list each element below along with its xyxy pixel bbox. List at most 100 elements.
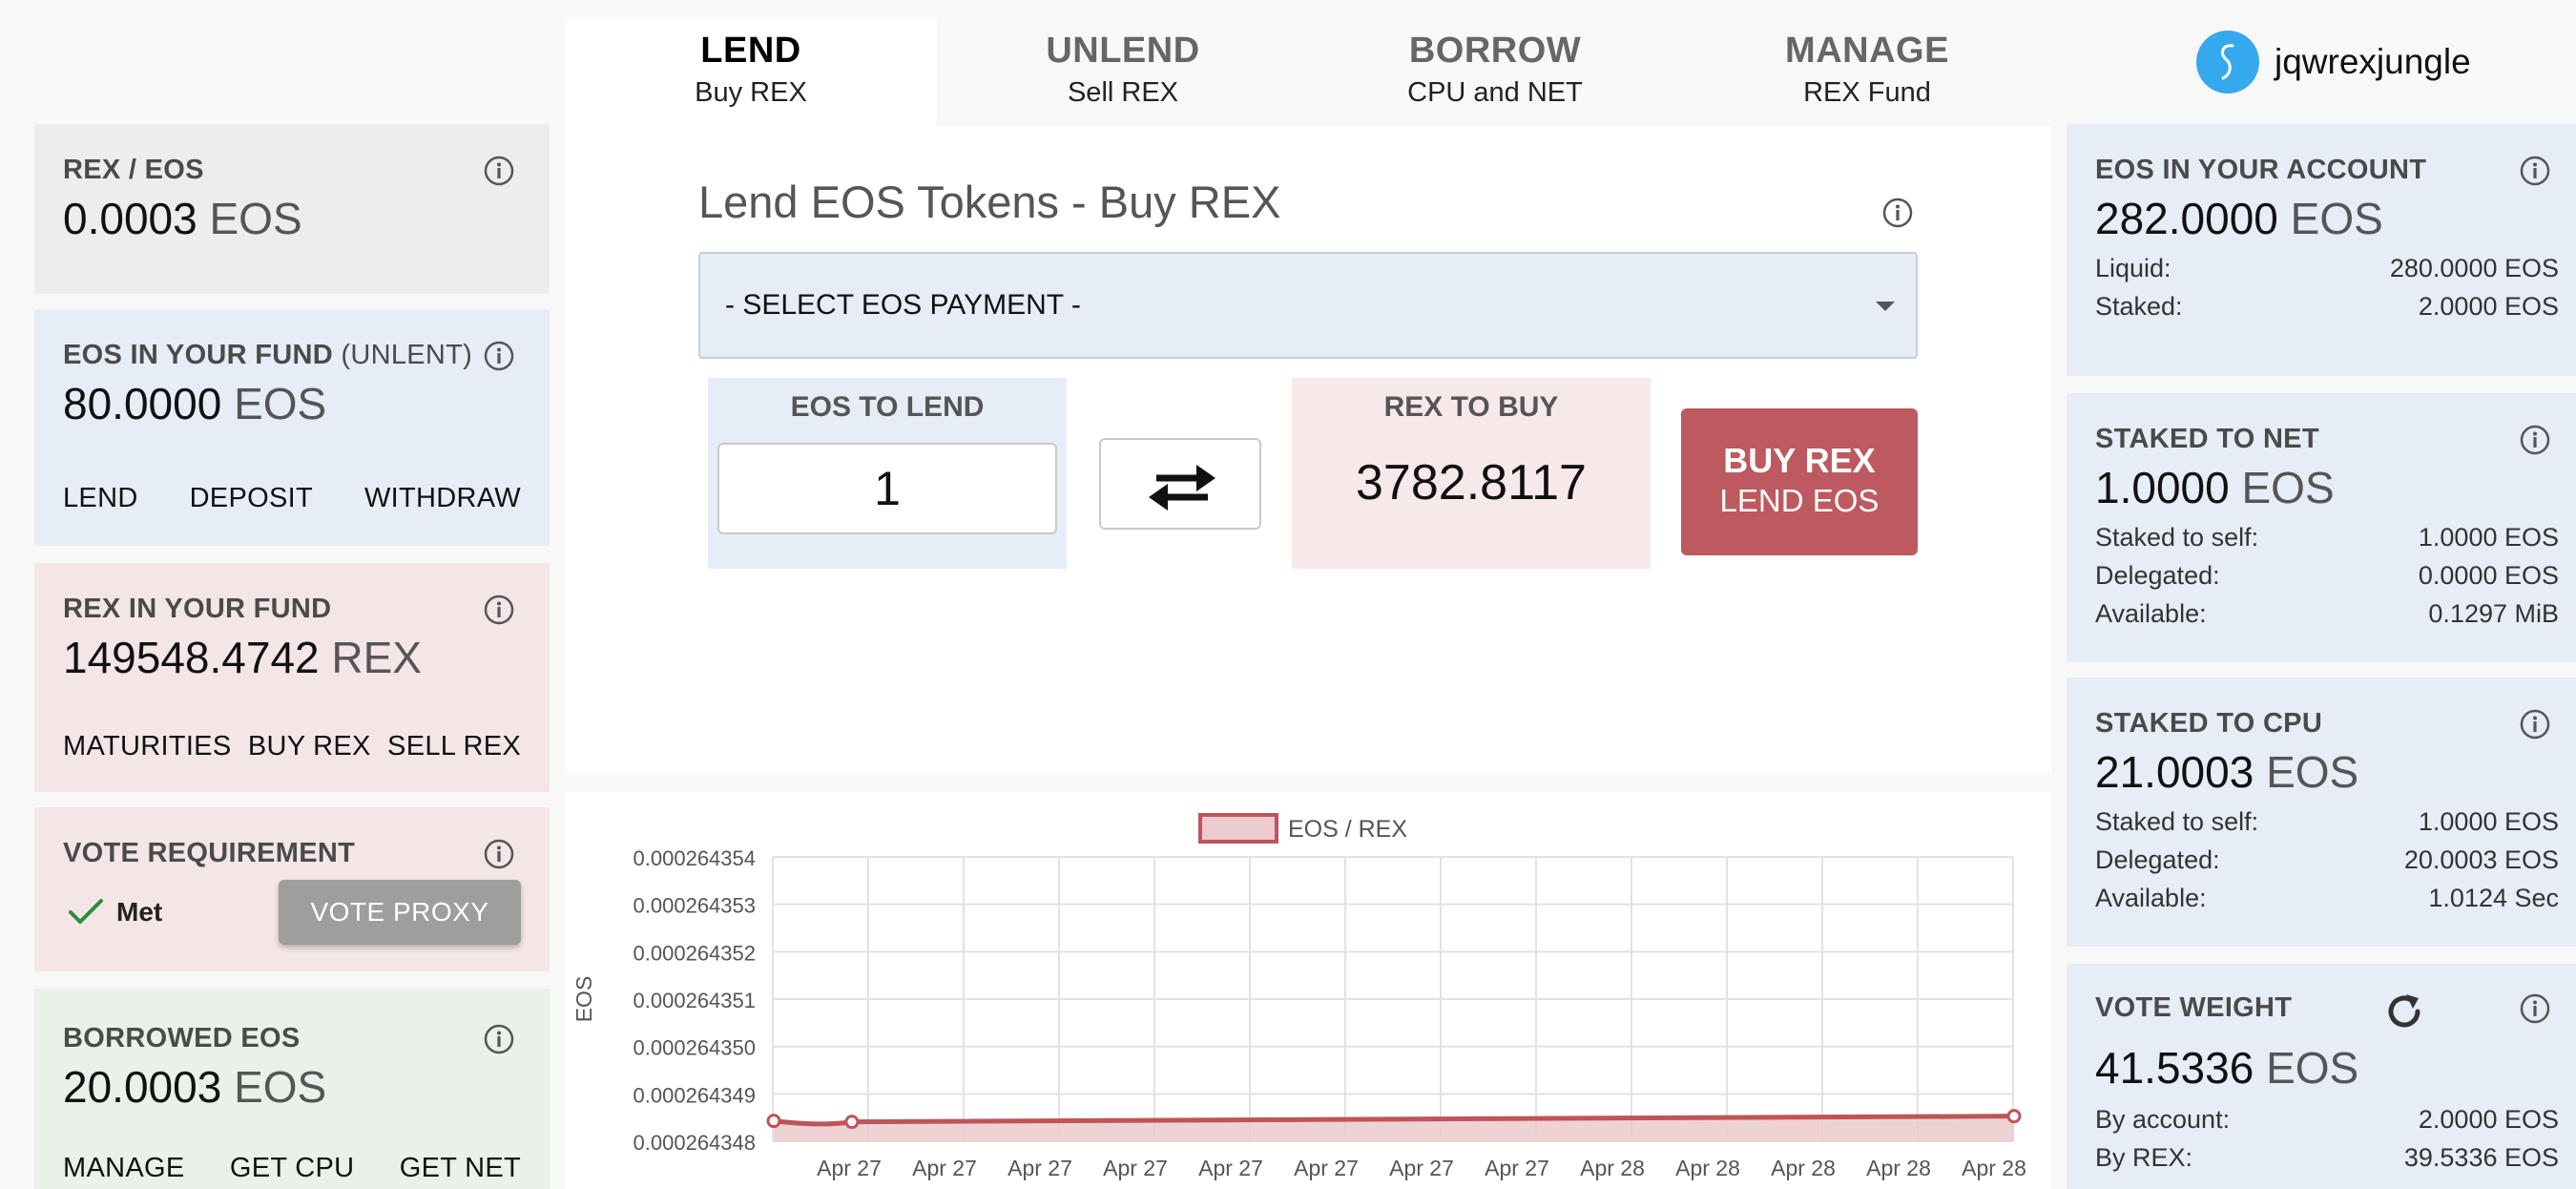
tab-lend-title: LEND xyxy=(700,31,801,71)
swap-arrows-icon xyxy=(1149,465,1215,511)
net-delegated-value: 0.0000 EOS xyxy=(2418,561,2559,590)
get-net-link[interactable]: GET NET xyxy=(400,1153,521,1184)
by-rex-label: By REX: xyxy=(2095,1143,2193,1172)
by-rex-row: By REX: 39.5336 EOS xyxy=(2095,1143,2559,1173)
tab-manage-title: MANAGE xyxy=(1785,31,1949,71)
avatar[interactable] xyxy=(2196,31,2259,94)
borrowed-eos-title: BORROWED EOS xyxy=(63,1023,301,1053)
info-icon[interactable] xyxy=(2519,992,2551,1025)
cpu-self-value: 1.0000 EOS xyxy=(2418,807,2559,836)
staked-net-unit: EOS xyxy=(2241,463,2335,512)
deposit-link[interactable]: DEPOSIT xyxy=(190,483,313,514)
data-point xyxy=(2006,1109,2022,1124)
staked-net-number: 1.0000 xyxy=(2095,463,2230,512)
rex-fund-title: REX IN YOUR FUND xyxy=(63,594,332,624)
eos-to-lend-input[interactable] xyxy=(717,443,1057,534)
tab-lend-sub: Buy REX xyxy=(695,77,807,108)
staked-cpu-card: STAKED TO CPU 21.0003 EOS Staked to self… xyxy=(2067,678,2576,947)
by-rex-value: 39.5336 EOS xyxy=(2403,1143,2559,1172)
info-icon[interactable] xyxy=(1881,197,1914,229)
eos-fund-unit: EOS xyxy=(234,379,327,428)
manage-link[interactable]: MANAGE xyxy=(63,1153,185,1184)
scatter-logo-icon xyxy=(2221,44,2234,80)
net-available-label: Available: xyxy=(2095,599,2207,628)
eos-account-number: 282.0000 xyxy=(2095,194,2278,243)
data-point xyxy=(766,1114,781,1129)
info-icon[interactable] xyxy=(2519,424,2551,456)
vote-proxy-button[interactable]: VOTE PROXY xyxy=(279,880,521,945)
cpu-available-value: 1.0124 Sec xyxy=(2428,884,2559,912)
tab-manage-sub: REX Fund xyxy=(1803,77,1931,108)
eos-fund-title-suffix: (UNLENT) xyxy=(341,340,473,370)
borrowed-eos-card: BORROWED EOS 20.0003 EOS MANAGE GET CPU … xyxy=(34,989,550,1189)
liquid-row: Liquid: 280.0000 EOS xyxy=(2095,254,2559,283)
rex-fund-actions: MATURITIES BUY REX SELL REX xyxy=(63,731,521,762)
rex-to-buy-box: REX TO BUY 3782.8117 xyxy=(1292,378,1651,569)
buy-rex-button-line2: LEND EOS xyxy=(1719,483,1880,518)
x-tick-label: Apr 27 xyxy=(1008,1156,1072,1180)
cpu-available-row: Available: 1.0124 Sec xyxy=(2095,884,2559,913)
tab-manage[interactable]: MANAGE REX Fund xyxy=(1681,17,2053,126)
refresh-icon[interactable] xyxy=(2383,991,2425,1033)
lend-link[interactable]: LEND xyxy=(63,483,138,514)
tab-lend[interactable]: LEND Buy REX xyxy=(565,17,937,126)
liquid-label: Liquid: xyxy=(2095,254,2171,282)
borrowed-actions: MANAGE GET CPU GET NET xyxy=(63,1153,521,1184)
net-delegated-label: Delegated: xyxy=(2095,561,2220,590)
borrowed-eos-unit: EOS xyxy=(234,1062,327,1112)
staked-net-card: STAKED TO NET 1.0000 EOS Staked to self:… xyxy=(2067,393,2576,662)
rex-eos-value: 0.0003 EOS xyxy=(63,193,302,244)
y-axis-label: EOS xyxy=(571,976,596,1023)
data-point xyxy=(844,1115,860,1130)
vote-status: Met xyxy=(116,897,163,927)
get-cpu-link[interactable]: GET CPU xyxy=(230,1153,354,1184)
y-tick-label: 0.000264348 xyxy=(634,1131,756,1155)
net-available-row: Available: 0.1297 MiB xyxy=(2095,599,2559,629)
eos-account-unit: EOS xyxy=(2290,194,2383,243)
rex-fund-card: REX IN YOUR FUND 149548.4742 REX MATURIT… xyxy=(34,563,550,792)
eos-fund-number: 80.0000 xyxy=(63,379,222,428)
buy-rex-link[interactable]: BUY REX xyxy=(248,731,371,762)
by-account-row: By account: 2.0000 EOS xyxy=(2095,1105,2559,1135)
info-icon[interactable] xyxy=(483,340,515,372)
info-icon[interactable] xyxy=(483,155,515,187)
buy-rex-button[interactable]: BUY REX LEND EOS xyxy=(1681,408,1918,555)
swap-button[interactable] xyxy=(1099,438,1261,530)
tab-borrow-sub: CPU and NET xyxy=(1407,77,1583,108)
x-tick-label: Apr 28 xyxy=(1962,1156,2026,1180)
info-icon[interactable] xyxy=(2519,155,2551,187)
eos-payment-select[interactable]: - SELECT EOS PAYMENT - xyxy=(698,252,1918,359)
rex-eos-title: REX / EOS xyxy=(63,155,204,185)
eos-rex-chart: 0.000264354 0.000264353 0.000264352 0.00026… xyxy=(571,813,2026,1180)
sell-rex-link[interactable]: SELL REX xyxy=(387,731,521,762)
staked-label: Staked: xyxy=(2095,292,2183,321)
vote-weight-unit: EOS xyxy=(2266,1043,2359,1093)
x-tick-label: Apr 28 xyxy=(1675,1156,1740,1180)
rex-to-buy-label: REX TO BUY xyxy=(1383,391,1559,423)
username[interactable]: jqwrexjungle xyxy=(2275,42,2471,82)
tab-borrow[interactable]: BORROW CPU and NET xyxy=(1309,17,1681,126)
eos-fund-value: 80.0000 EOS xyxy=(63,378,326,429)
vote-weight-card: VOTE WEIGHT 41.5336 EOS By account: 2.000… xyxy=(2067,964,2576,1189)
vote-requirement-title: VOTE REQUIREMENT xyxy=(63,838,356,868)
rex-to-buy-value: 3782.8117 xyxy=(1356,455,1587,511)
x-tick-label: Apr 28 xyxy=(1866,1156,1931,1180)
maturities-link[interactable]: MATURITIES xyxy=(63,731,231,762)
vote-weight-title: VOTE WEIGHT xyxy=(2095,992,2293,1023)
info-icon[interactable] xyxy=(483,838,515,870)
staked-cpu-value: 21.0003 EOS xyxy=(2095,746,2358,798)
withdraw-link[interactable]: WITHDRAW xyxy=(364,483,521,514)
x-tick-label: Apr 27 xyxy=(1389,1156,1454,1180)
eos-to-lend-box: EOS TO LEND xyxy=(708,378,1067,569)
staked-cpu-number: 21.0003 xyxy=(2095,747,2254,797)
cpu-self-row: Staked to self: 1.0000 EOS xyxy=(2095,807,2559,837)
x-tick-label: Apr 27 xyxy=(1294,1156,1359,1180)
info-icon[interactable] xyxy=(483,594,515,626)
tab-unlend-sub: Sell REX xyxy=(1067,77,1179,108)
tab-unlend[interactable]: UNLEND Sell REX xyxy=(937,17,1309,126)
info-icon[interactable] xyxy=(483,1023,515,1055)
x-tick-label: Apr 27 xyxy=(912,1156,977,1180)
x-tick-label: Apr 27 xyxy=(1198,1156,1263,1180)
borrowed-eos-number: 20.0003 xyxy=(63,1062,222,1112)
info-icon[interactable] xyxy=(2519,708,2551,741)
